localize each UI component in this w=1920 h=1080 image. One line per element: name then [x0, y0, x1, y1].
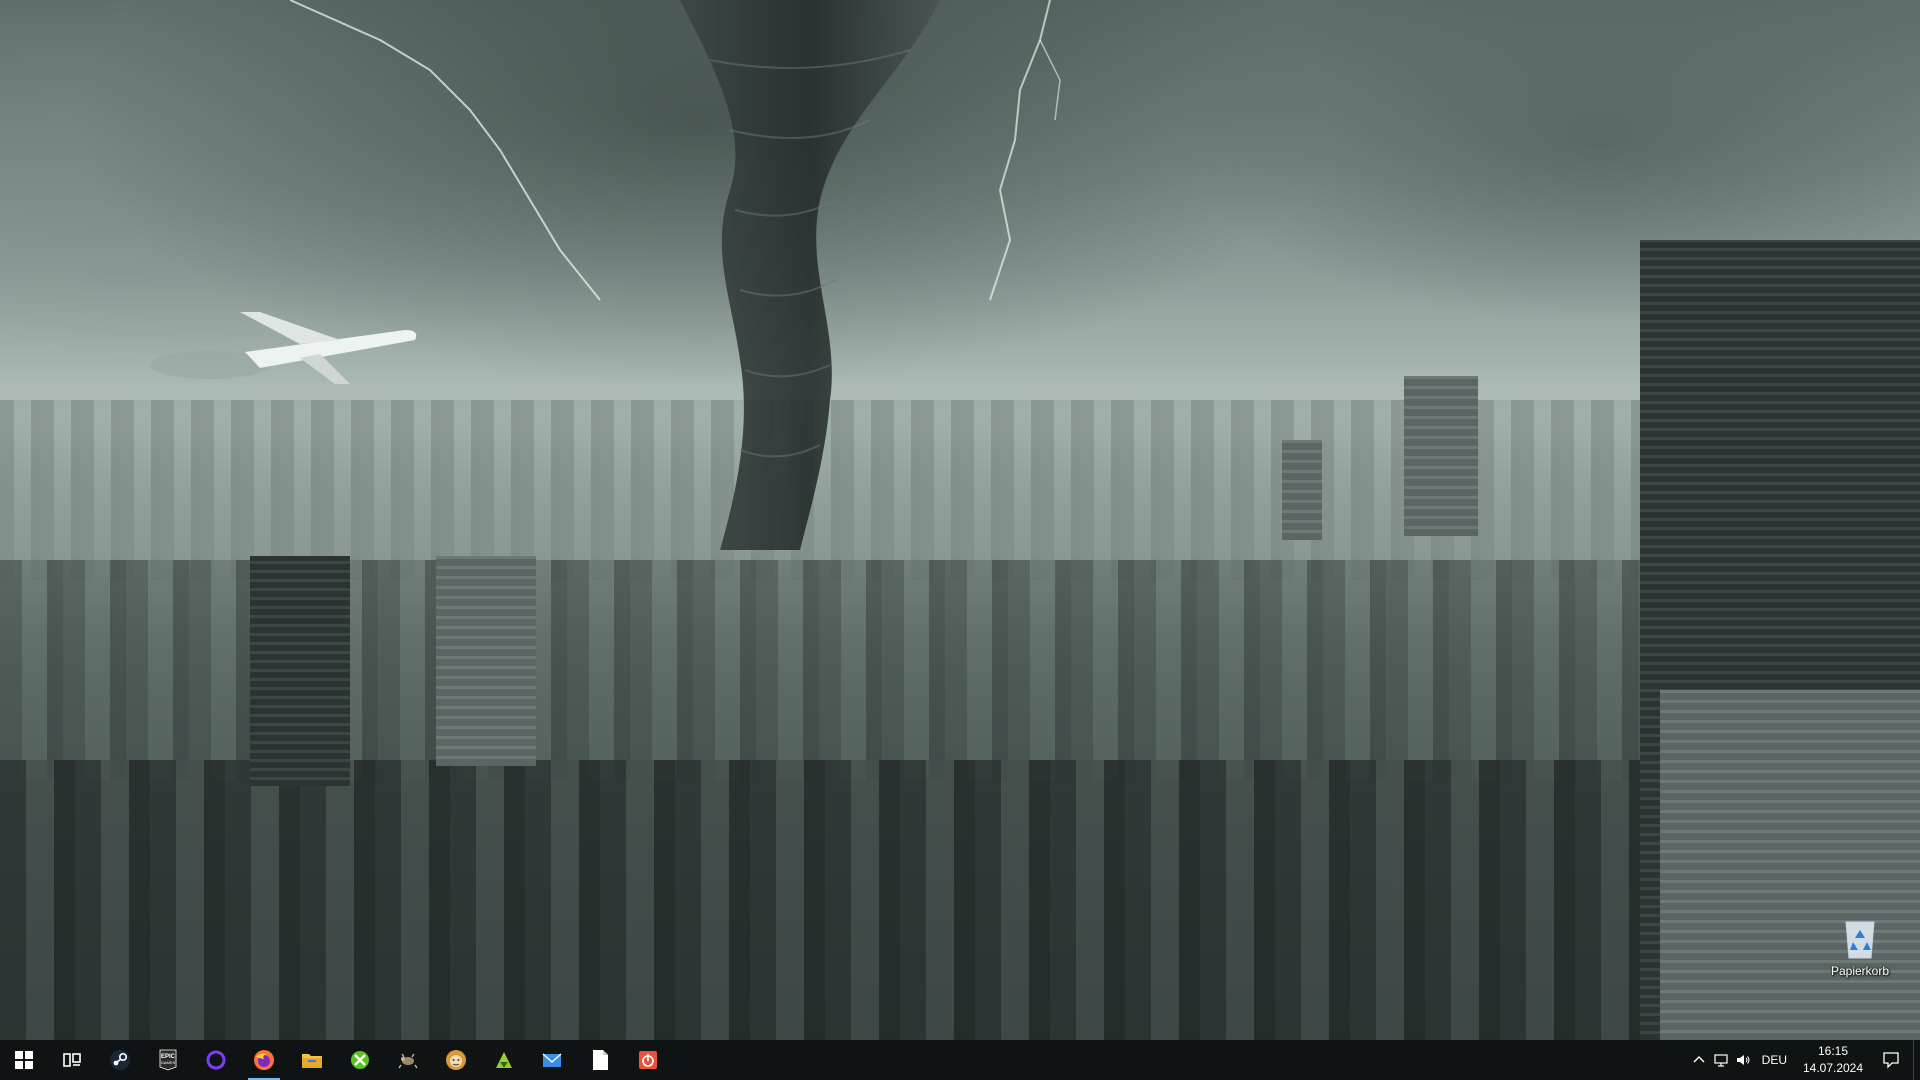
clock[interactable]: 16:15 14.07.2024: [1797, 1043, 1869, 1077]
taskbar-app-game[interactable]: [384, 1040, 432, 1080]
chevron-up-icon: [1693, 1056, 1705, 1063]
taskbar-app-power[interactable]: [624, 1040, 672, 1080]
xbox-icon: [351, 1051, 369, 1069]
show-desktop-button[interactable]: [1913, 1040, 1920, 1080]
recycle-bin-icon: [1845, 921, 1875, 959]
windows-start-icon: [15, 1051, 33, 1069]
firefox-icon: [254, 1050, 274, 1070]
clock-date: 14.07.2024: [1802, 1061, 1864, 1075]
cortana-ring-icon: [206, 1050, 226, 1070]
taskbar-app-notepad[interactable]: [576, 1040, 624, 1080]
taskbar-app-steam[interactable]: [96, 1040, 144, 1080]
system-tray: DEU 16:15 14.07.2024: [1688, 1040, 1920, 1080]
folder-icon: [302, 1054, 322, 1068]
network-button[interactable]: [1710, 1040, 1732, 1080]
svg-text:GAMES: GAMES: [161, 1060, 176, 1065]
taskbar: EPIC GAMES DEU 16:15 14.07.2024: [0, 1040, 1920, 1080]
taskbar-app-file-explorer[interactable]: [288, 1040, 336, 1080]
bug-icon: [398, 1053, 418, 1069]
clock-time: 16:15: [1817, 1044, 1849, 1058]
desktop-icon-recycle-bin[interactable]: Papierkorb: [1820, 916, 1900, 996]
wallpaper-tornado: [680, 0, 940, 550]
taskbar-app-epic-games[interactable]: EPIC GAMES: [144, 1040, 192, 1080]
taskbar-app-firefox[interactable]: [240, 1040, 288, 1080]
show-hidden-icons-button[interactable]: [1688, 1040, 1710, 1080]
character-face-icon: [446, 1050, 466, 1070]
speaker-icon: [1736, 1055, 1750, 1065]
taskbar-app-character[interactable]: [432, 1040, 480, 1080]
taskbar-app-xbox[interactable]: [336, 1040, 384, 1080]
input-language-indicator[interactable]: DEU: [1754, 1053, 1797, 1067]
desktop-icon-label: Papierkorb: [1830, 964, 1890, 978]
start-button[interactable]: [0, 1040, 48, 1080]
power-icon: [639, 1051, 657, 1069]
wallpaper-lightning: [289, 0, 1061, 301]
task-view-icon: [63, 1053, 81, 1067]
taskbar-app-mail[interactable]: [528, 1040, 576, 1080]
volume-button[interactable]: [1732, 1040, 1754, 1080]
epic-games-icon: EPIC GAMES: [159, 1049, 177, 1071]
steam-icon: [110, 1050, 130, 1070]
taskbar-app-green-launcher[interactable]: [480, 1040, 528, 1080]
wallpaper-skyline-near: [0, 760, 1920, 1040]
wallpaper-airplane: [150, 312, 417, 384]
action-center-button[interactable]: [1869, 1040, 1913, 1080]
document-icon: [593, 1050, 608, 1070]
desktop[interactable]: Papierkorb: [0, 0, 1920, 1040]
network-icon: [1714, 1054, 1728, 1067]
mail-icon: [542, 1053, 562, 1067]
taskbar-app-cortana[interactable]: [192, 1040, 240, 1080]
green-launcher-icon: [496, 1052, 512, 1068]
action-center-icon: [1883, 1052, 1899, 1069]
task-view-button[interactable]: [48, 1040, 96, 1080]
